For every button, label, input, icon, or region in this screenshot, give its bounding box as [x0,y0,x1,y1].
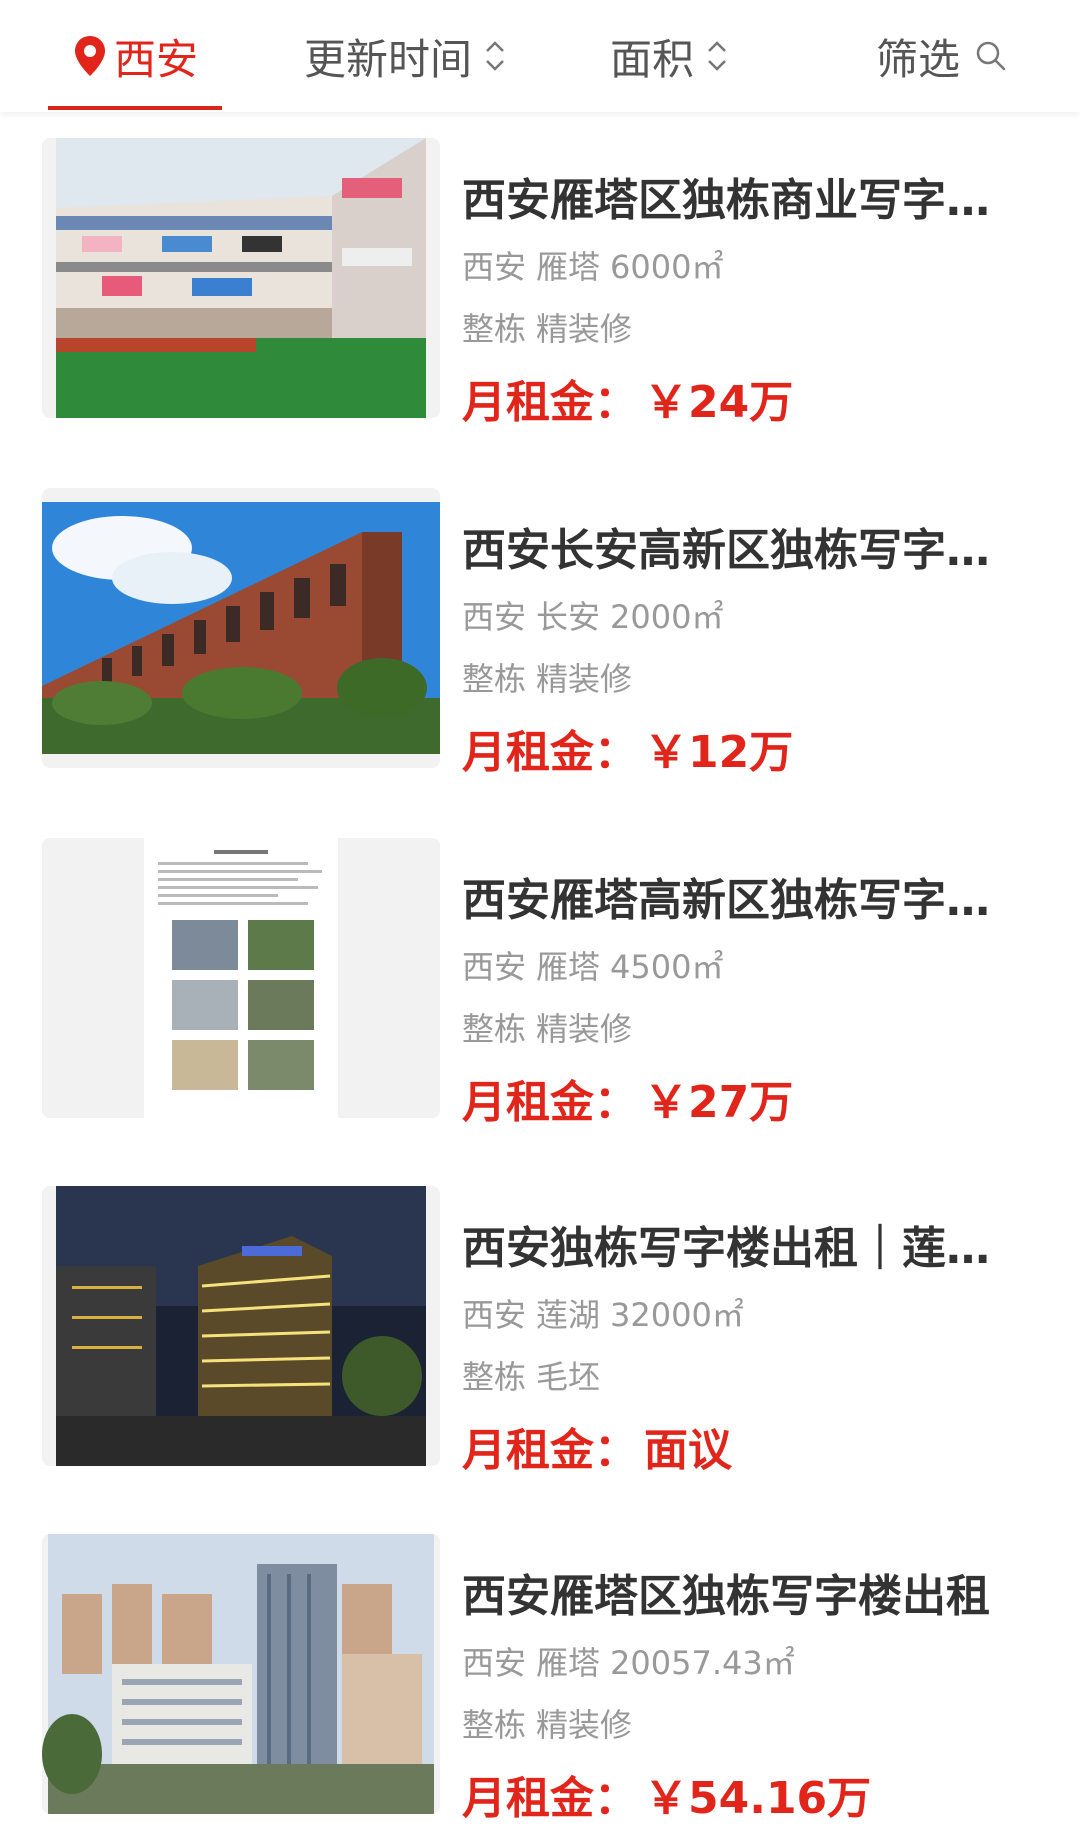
sort-toggle-icon [708,41,726,71]
listing-type: 整栋 [462,310,527,348]
rent-label: 月租金： [462,727,638,778]
listing-district: 莲湖 [536,1296,601,1334]
listing-meta: 西安 长安 2000㎡ [462,592,733,638]
rent-label: 月租金： [462,1425,638,1476]
listing-rent: 月租金： ￥24万 [462,366,793,430]
sort-area-label: 面积 [609,34,694,84]
listing-tags: 整栋 精装修 [462,1700,642,1746]
listing-type: 整栋 [462,1358,527,1396]
listing-district: 雁塔 [536,1644,601,1682]
city-label: 西安 [113,34,198,84]
listing-district: 长安 [536,598,601,636]
listing-decor: 精装修 [536,660,633,698]
listing-decor: 精装修 [536,1010,633,1048]
listing-photo[interactable] [42,138,440,418]
listing-photo[interactable] [42,838,440,1118]
filter-button[interactable]: 筛选 [866,0,1018,112]
listing-district: 雁塔 [536,248,601,286]
listing-district: 雁塔 [536,948,601,986]
city-selector[interactable]: 西安 [48,0,222,112]
listing-title[interactable]: 西安雁塔区独栋商业写字楼出租 [462,164,1002,228]
rent-price: ￥27万 [644,1077,794,1128]
filter-label: 筛选 [875,34,960,84]
rent-price: ￥24万 [644,377,794,428]
listing-rent: 月租金： ￥12万 [462,716,793,780]
filter-bar: 西安 更新时间 面积 筛选 [0,0,1080,112]
listing-meta: 西安 莲湖 32000㎡ [462,1290,754,1336]
listing-type: 整栋 [462,1010,527,1048]
listing-area: 6000㎡ [610,248,724,286]
listing-title[interactable]: 西安独栋写字楼出租｜莲湖区 [462,1212,1002,1276]
listing-card[interactable]: 西安独栋写字楼出租｜莲湖区 西安 莲湖 32000㎡ 整栋 毛坯 月租金： 面议 [0,1186,1080,1476]
rent-price: ￥54.16万 [644,1773,872,1824]
active-tab-indicator [48,106,222,110]
listing-area: 20057.43㎡ [610,1644,795,1682]
listing-photo[interactable] [42,488,440,768]
listing-photo[interactable] [42,1186,440,1466]
location-pin-icon [74,36,105,76]
listing-card[interactable]: 西安雁塔高新区独栋写字楼出租 西安雁塔4500㎡ 整栋精装修 月租金：￥27万 [0,838,1080,1128]
listing-rent: 月租金： ￥54.16万 [462,1762,871,1826]
listing-area: 4500㎡ [610,948,724,986]
listing-rent: 月租金： ￥27万 [462,1066,793,1130]
listing-tags: 整栋 毛坯 [462,1352,610,1398]
listing-city: 西安 [462,1296,527,1334]
listing-tags: 整栋 精装修 [462,1004,642,1050]
sort-time-label: 更新时间 [303,34,472,84]
listing-type: 整栋 [462,660,527,698]
rent-label: 月租金： [462,1077,638,1128]
listing-decor: 精装修 [536,310,633,348]
sort-by-area[interactable]: 面积 [588,0,750,112]
listing-city: 西安 [462,948,527,986]
listing-tags: 整栋 精装修 [462,304,642,350]
search-icon [976,41,1006,71]
listing-meta: 西安 雁塔 20057.43㎡ [462,1638,805,1684]
listing-card[interactable]: 西安雁塔区独栋商业写字楼出租 西安雁塔6000㎡ 整栋精装修 月租金：￥24万 [0,138,1080,428]
listing-card[interactable]: 西安雁塔区独栋写字楼出租 西安 雁塔 20057.43㎡ 整栋 精装修 月租金： ￥54… [0,1534,1080,1824]
rent-price: 面议 [644,1425,732,1476]
sort-by-update-time[interactable]: 更新时间 [282,0,528,112]
listing-meta: 西安 雁塔 6000㎡ [462,242,733,288]
listing-rent: 月租金： 面议 [462,1414,732,1478]
listing-city: 西安 [462,1644,527,1682]
listing-title[interactable]: 西安雁塔区独栋写字楼出租 [462,1560,1002,1624]
listing-title[interactable]: 西安雁塔高新区独栋写字楼出租 [462,864,1002,928]
listing-decor: 精装修 [536,1706,633,1744]
listing-city: 西安 [462,248,527,286]
rent-price: ￥12万 [644,727,794,778]
listing-decor: 毛坯 [536,1358,601,1396]
listing-photo[interactable] [42,1534,440,1814]
rent-label: 月租金： [462,377,638,428]
listing-city: 西安 [462,598,527,636]
listing-type: 整栋 [462,1706,527,1744]
listing-tags: 整栋 精装修 [462,654,642,700]
sort-toggle-icon [486,41,504,71]
listing-card[interactable]: 西安长安高新区独栋写字楼出租 西安长安2000㎡ 整栋精装修 月租金：￥12万 [0,488,1080,778]
listing-area: 2000㎡ [610,598,724,636]
listing-area: 32000㎡ [610,1296,744,1334]
listing-title[interactable]: 西安长安高新区独栋写字楼出租 [462,514,1002,578]
listing-meta: 西安 雁塔 4500㎡ [462,942,733,988]
rent-label: 月租金： [462,1773,638,1824]
